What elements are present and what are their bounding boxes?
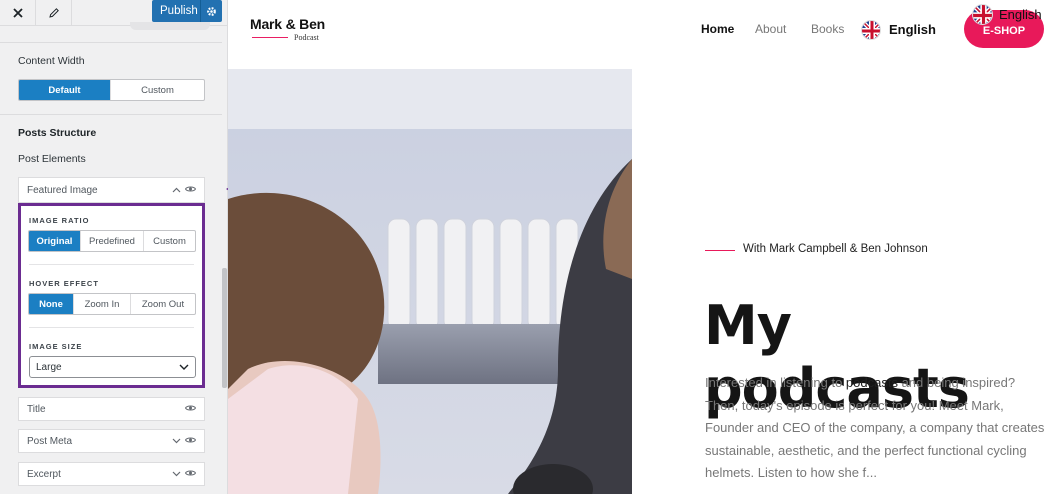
post-element-label: Title [27,403,46,415]
divider [29,264,194,265]
chevron-down-icon[interactable] [172,469,181,480]
image-ratio-toggle: Original Predefined Custom [28,230,196,252]
nav-home[interactable]: Home [701,22,734,36]
body-text-part: Interested in listening to [705,375,846,390]
customizer-header: Publish [0,0,227,30]
post-element-excerpt[interactable]: Excerpt [18,462,205,486]
site-preview: Mark & Ben Podcast Home About Books E-SH… [228,0,1062,494]
eye-icon[interactable] [184,469,197,480]
divider [0,114,222,115]
language-switcher-label[interactable]: English [889,22,936,37]
featured-photo [228,69,632,494]
pencil-icon[interactable] [36,0,72,26]
content-width-custom-button[interactable]: Custom [111,80,204,100]
chevron-down-icon [179,362,189,373]
gear-icon[interactable] [200,0,222,22]
post-element-label: Excerpt [27,468,61,480]
hover-effect-zoom-out-button[interactable]: Zoom Out [131,294,195,314]
hero-tagline: With Mark Campbell & Ben Johnson [743,243,928,255]
logo-underline [252,37,288,38]
nav-about[interactable]: About [755,22,786,36]
featured-image-label: Featured Image [27,184,98,196]
featured-image-options: IMAGE RATIO Original Predefined Custom H… [18,203,205,388]
image-ratio-custom-button[interactable]: Custom [144,231,195,251]
divider [29,327,194,328]
body-text-part: and being inspired? Then, today's episod… [705,375,1045,481]
image-ratio-predefined-button[interactable]: Predefined [81,231,144,251]
posts-structure-heading: Posts Structure [18,127,97,139]
podcasts-link[interactable]: podcasts [846,375,898,390]
header-tab [130,22,210,30]
post-element-title[interactable]: Title [18,397,205,421]
post-element-post-meta[interactable]: Post Meta [18,429,205,453]
tagline-accent-line [705,250,735,251]
eye-icon[interactable] [184,185,197,196]
image-size-label: IMAGE SIZE [29,342,83,351]
content-width-toggle: Default Custom [18,79,205,101]
image-size-select[interactable]: Large [29,356,196,378]
chevron-up-icon[interactable] [172,185,181,196]
post-element-label: Post Meta [27,435,73,447]
divider [0,42,222,43]
image-ratio-original-button[interactable]: Original [29,231,81,251]
hero-body-text: Interested in listening to podcasts and … [705,372,1045,485]
hover-effect-toggle: None Zoom In Zoom Out [28,293,196,315]
eye-icon[interactable] [184,404,197,415]
image-size-value: Large [36,361,62,373]
hover-effect-label: HOVER EFFECT [29,279,99,288]
content-width-label: Content Width [18,55,85,67]
panel-scrollbar[interactable] [222,268,227,388]
content-width-default-button[interactable]: Default [19,80,111,100]
logo-main-text: Mark & Ben [250,16,326,32]
post-elements-label: Post Elements [18,153,86,165]
nav-books[interactable]: Books [811,22,844,36]
eye-icon[interactable] [184,436,197,447]
publish-button[interactable]: Publish [152,0,222,22]
site-logo[interactable]: Mark & Ben Podcast [250,16,326,42]
publish-label: Publish [160,5,198,17]
hover-effect-none-button[interactable]: None [29,294,74,314]
image-ratio-label: IMAGE RATIO [29,216,90,225]
post-element-featured-image[interactable]: Featured Image [18,177,205,203]
hover-effect-zoom-in-button[interactable]: Zoom In [74,294,131,314]
uk-flag-icon[interactable] [972,4,993,25]
close-icon[interactable] [0,0,36,26]
floating-language-label[interactable]: English [999,7,1042,22]
uk-flag-icon[interactable] [861,20,881,40]
logo-sub-text: Podcast [294,33,319,42]
chevron-down-icon[interactable] [172,436,181,447]
customizer-panel: Publish Content Width Default Custom Pos… [0,0,228,494]
